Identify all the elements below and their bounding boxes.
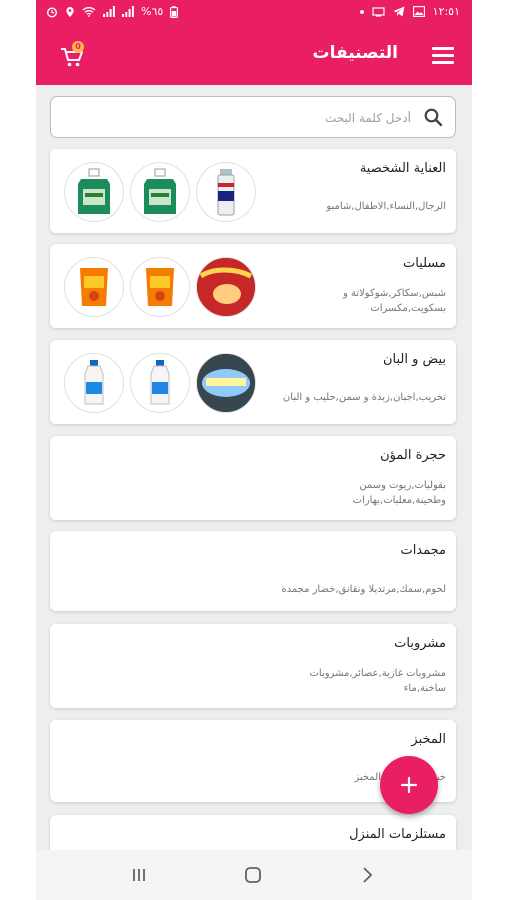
chips-bag-image — [64, 257, 124, 317]
category-subtitle: بقوليات,زيوت وسمن وطحينة,معلبات,بهارات — [352, 480, 446, 506]
telegram-icon — [393, 6, 405, 17]
menu-icon[interactable] — [432, 47, 454, 64]
category-subtitle: مشروبات غازية,عصائر,مشروبات ساخنة,ماء — [309, 668, 446, 694]
search-bar — [50, 96, 456, 138]
status-bar: %٦٥ ١٢:٥١ — [36, 0, 472, 25]
clock: ١٢:٥١ — [432, 5, 460, 18]
back-icon[interactable] — [356, 864, 378, 886]
detergent-bottle-image — [64, 162, 124, 222]
page-title: التصنيفات — [312, 43, 398, 63]
category-subtitle: الرجال,النساء,الاطفال,شامبو — [326, 201, 446, 212]
pringles-chips-image — [196, 257, 256, 317]
signal-icon — [103, 6, 115, 17]
cart-button[interactable]: 0 — [58, 41, 86, 71]
milk-bottle-image — [130, 353, 190, 413]
system-nav-bar — [36, 850, 472, 900]
category-subtitle: لحوم,سمك,مرتديلا ونقانق,خضار مجمدة — [281, 584, 446, 595]
dot-icon — [359, 9, 364, 14]
milk-bottle-image — [64, 353, 124, 413]
category-subtitle: شبس,سكاكر,شوكولاتة و بسكويت,مكسرات — [342, 288, 446, 314]
chips-bag-image — [130, 257, 190, 317]
image-icon — [412, 6, 425, 17]
category-card-beverages[interactable]: مشروبات مشروبات غازية,عصائر,مشروبات ساخن… — [50, 624, 456, 708]
deodorant-can-image — [196, 162, 256, 222]
battery-percent: %٦٥ — [141, 5, 164, 18]
category-card-household[interactable]: مستلزمات المنزل — [50, 815, 456, 855]
wifi-icon — [82, 7, 96, 17]
category-title: العناية الشخصية — [359, 161, 446, 176]
category-title: مجمدات — [400, 543, 446, 558]
category-card-pantry[interactable]: حجرة المؤن بقوليات,زيوت وسمن وطحينة,معلب… — [50, 436, 456, 520]
category-subtitle: تحريب,اجبان,زبدة و سمن,حليب و البان — [282, 392, 446, 403]
category-card-personal-care[interactable]: العناية الشخصية الرجال,النساء,الاطفال,شا… — [50, 149, 456, 233]
add-button[interactable] — [380, 756, 438, 814]
search-input[interactable] — [59, 105, 413, 131]
category-title: بيض و البان — [382, 352, 446, 367]
category-title: مشروبات — [394, 636, 446, 651]
cheese-tub-image — [196, 353, 256, 413]
alarm-icon — [46, 6, 58, 18]
search-icon[interactable] — [423, 107, 443, 127]
detergent-bottle-image — [130, 162, 190, 222]
battery-icon — [170, 5, 179, 18]
phone-screen: %٦٥ ١٢:٥١ 0 التصنيفات العناية الشخصية ال… — [36, 0, 472, 900]
app-bar: 0 التصنيفات — [36, 25, 472, 85]
home-icon[interactable] — [242, 864, 264, 886]
category-card-dairy[interactable]: بيض و البان تحريب,اجبان,زبدة و سمن,حليب … — [50, 340, 456, 424]
screen-icon — [372, 6, 385, 17]
category-card-frozen[interactable]: مجمدات لحوم,سمك,مرتديلا ونقانق,خضار مجمد… — [50, 531, 456, 611]
cart-badge: 0 — [72, 41, 84, 53]
signal-icon-2 — [122, 6, 134, 17]
location-icon — [66, 6, 74, 17]
recent-apps-icon[interactable] — [128, 864, 150, 886]
category-title: مسليات — [403, 256, 446, 271]
plus-icon — [400, 776, 418, 794]
category-title: المخبز — [411, 732, 446, 747]
category-card-snacks[interactable]: مسليات شبس,سكاكر,شوكولاتة و بسكويت,مكسرا… — [50, 244, 456, 328]
category-title: مستلزمات المنزل — [349, 827, 446, 842]
category-title: حجرة المؤن — [380, 448, 446, 463]
